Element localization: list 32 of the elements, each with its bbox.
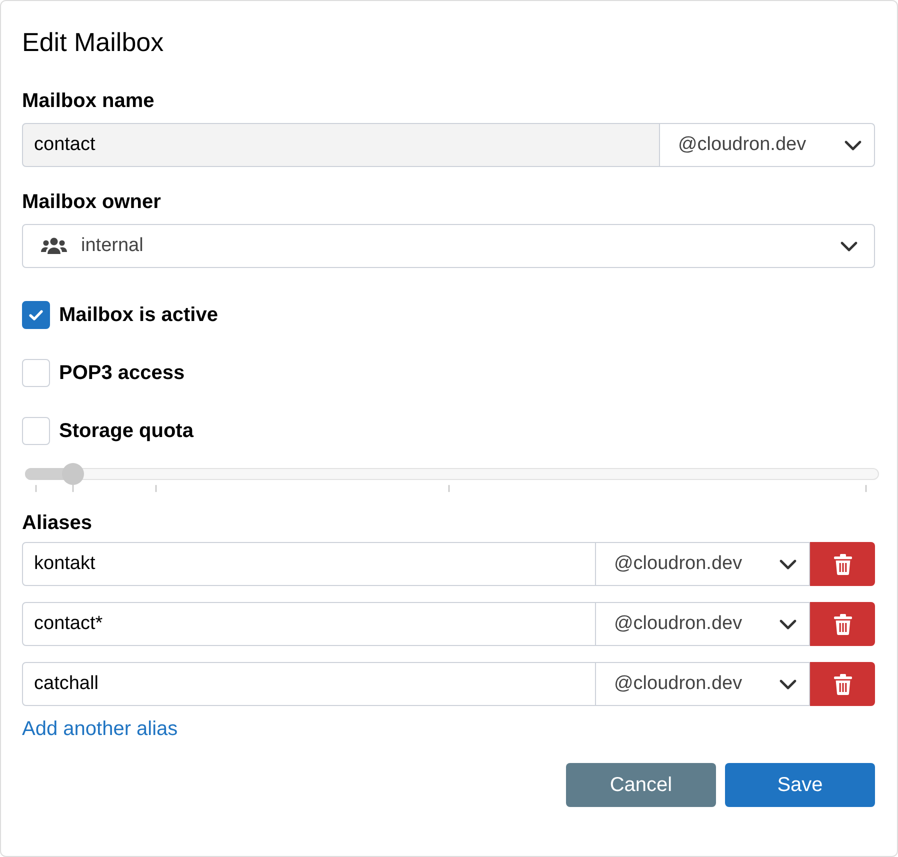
delete-button[interactable] [810, 662, 875, 706]
field-label: Mailbox name [22, 90, 156, 114]
checkmark-icon [29, 310, 43, 320]
chevron-down-icon [779, 678, 797, 690]
field-label: Mailbox owner [22, 191, 162, 215]
trash-icon [834, 614, 852, 634]
trash-icon [834, 674, 852, 694]
checkbox-label: Mailbox is active [59, 304, 218, 326]
trash-icon [834, 554, 852, 574]
owner-select[interactable]: internal [22, 224, 875, 268]
add-alias-link[interactable]: Add another alias [22, 718, 178, 741]
dialog-title: Edit Mailbox [22, 27, 165, 58]
checkbox-label: Storage quota [59, 420, 194, 442]
save-button[interactable]: Save [725, 763, 875, 807]
chevron-down-icon [779, 558, 797, 570]
checkbox-label: POP3 access [59, 362, 185, 384]
alias-field[interactable]: kontakt [22, 542, 596, 586]
checkbox[interactable] [22, 301, 50, 329]
alias-field[interactable]: contact* [22, 602, 596, 646]
alias-field[interactable]: catchall [22, 662, 596, 706]
chevron-down-icon [844, 140, 862, 150]
users-icon [41, 237, 67, 255]
domain-select[interactable]: @cloudron.dev [596, 602, 810, 646]
delete-button[interactable] [810, 542, 875, 586]
domain-select[interactable]: @cloudron.dev [596, 662, 810, 706]
delete-button[interactable] [810, 602, 875, 646]
field-label: Aliases [22, 512, 94, 536]
slider-thumb[interactable] [62, 463, 84, 485]
domain-select[interactable]: @cloudron.dev [596, 542, 810, 586]
cancel-button[interactable]: Cancel [566, 763, 716, 807]
chevron-down-icon [779, 618, 797, 630]
chevron-down-icon [840, 240, 858, 252]
